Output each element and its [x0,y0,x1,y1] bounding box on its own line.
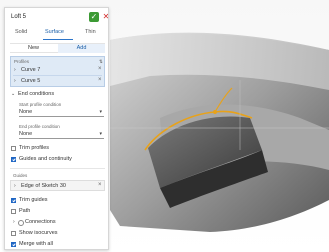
operation-toggle: New Add [10,43,105,53]
trim-guides-checkbox[interactable] [11,198,16,203]
loft-type-tabs: Solid Surface Thin [5,28,108,38]
chevron-down-icon[interactable]: ⌄ [11,91,15,97]
profile-item[interactable]: Curve 7 [21,67,40,73]
start-condition-dropdown[interactable]: None ▾ [19,109,104,117]
trim-profiles-label: Trim profiles [19,145,50,151]
remove-icon[interactable]: × [98,77,102,83]
dialog-header: Loft 5 ✓ ✕ [5,8,108,25]
profiles-label: Profiles [14,59,30,64]
merge-with-all-checkbox[interactable] [11,242,16,247]
path-label: Path [19,208,31,214]
show-isocurves-checkbox[interactable] [11,231,16,236]
start-condition-value: None [19,109,33,115]
merge-with-all-label: Merge with all [19,241,53,247]
connections-label: Connections [25,219,56,225]
trim-guides-label: Trim guides [19,197,48,203]
close-icon[interactable]: ✕ [102,12,108,22]
guides-continuity-label: Guides and continuity [19,156,72,162]
check-icon[interactable]: ✓ [89,12,99,22]
tab-surface[interactable]: Surface [45,29,64,35]
guide-item[interactable]: Edge of Sketch 30 [21,183,66,189]
caret-down-icon: ▾ [99,109,102,115]
tab-thin[interactable]: Thin [85,29,96,35]
end-condition-value: None [19,131,33,137]
end-condition-dropdown[interactable]: None ▾ [19,131,104,139]
caret-down-icon: ▾ [99,131,102,137]
remove-icon[interactable]: × [98,66,102,72]
chevron-right-icon[interactable]: › [14,183,16,189]
connections-radio[interactable] [18,220,24,226]
end-conditions-header[interactable]: End conditions [18,91,54,97]
chevron-right-icon[interactable]: › [13,219,15,225]
trim-profiles-checkbox[interactable] [11,146,16,151]
divider [10,168,105,169]
guides-continuity-checkbox[interactable] [11,157,16,162]
chevron-right-icon[interactable]: › [14,78,16,84]
add-button[interactable]: Add [58,44,105,53]
tab-solid[interactable]: Solid [15,29,27,35]
curve-endpoint-handle[interactable] [213,110,217,114]
dialog-title: Loft 5 [11,14,27,20]
guides-selection-box[interactable]: › Edge of Sketch 30 × [10,180,105,191]
divider [13,75,102,76]
path-checkbox[interactable] [11,209,16,214]
new-button[interactable]: New [10,44,57,53]
end-condition-label: End profile condition [19,124,60,129]
chevron-right-icon[interactable]: › [14,67,16,73]
profile-item[interactable]: Curve 5 [21,78,40,84]
tab-active-indicator [43,39,73,40]
profiles-selection-box[interactable]: Profiles ⇅ › Curve 7 × › Curve 5 × [10,56,105,87]
sort-icon[interactable]: ⇅ [99,59,103,65]
loft-feature-dialog: Loft 5 ✓ ✕ Solid Surface Thin New Add Pr… [4,7,109,250]
guides-label: Guides [13,173,28,178]
remove-icon[interactable]: × [98,182,102,188]
start-condition-label: Start profile condition [19,102,62,107]
show-isocurves-label: Show isocurves [19,230,58,236]
